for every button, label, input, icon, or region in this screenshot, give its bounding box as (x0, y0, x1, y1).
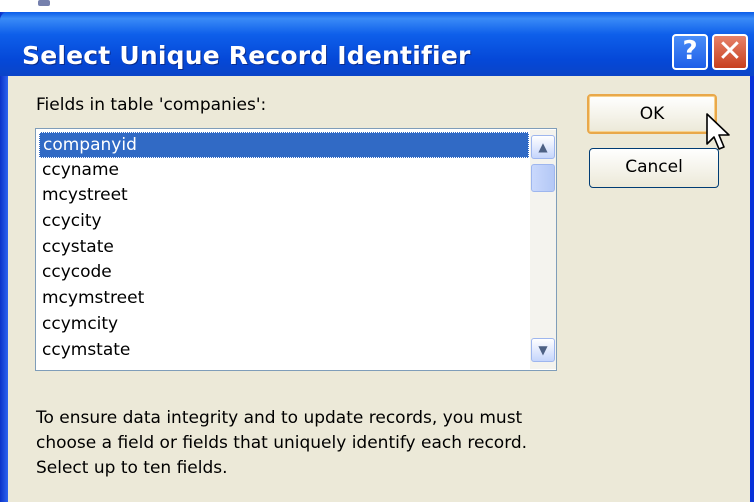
chevron-up-icon[interactable]: ▲ (531, 135, 555, 159)
fields-list: companyid ccyname mcystreet ccycity ccystate… (39, 132, 529, 363)
field-item[interactable]: mcymstreet (39, 286, 529, 312)
mouse-pointer-icon (706, 113, 730, 150)
field-item[interactable]: ccycode (39, 260, 529, 286)
field-item[interactable]: ccymcity (39, 312, 529, 338)
field-item[interactable]: mcystreet (39, 183, 529, 209)
title-bar[interactable]: Select Unique Record Identifier ? ✕ (0, 12, 754, 76)
cancel-button[interactable]: Cancel (589, 148, 719, 188)
field-item[interactable]: ccycity (39, 209, 529, 235)
fields-listbox[interactable]: companyid ccyname mcystreet ccycity ccystate… (35, 128, 557, 371)
desktop-fragment (38, 0, 50, 6)
close-button[interactable]: ✕ (712, 34, 748, 70)
vertical-scrollbar[interactable]: ▲ ▼ (530, 130, 556, 369)
fields-label: Fields in table 'companies': (36, 95, 267, 115)
field-item[interactable]: ccymstate (39, 338, 529, 364)
info-text: To ensure data integrity and to update r… (36, 408, 528, 478)
dialog-title: Select Unique Record Identifier (22, 41, 471, 70)
field-item[interactable]: companyid (39, 132, 529, 158)
field-item[interactable]: ccystate (39, 235, 529, 261)
ok-button[interactable]: OK (587, 94, 717, 134)
scroll-thumb[interactable] (531, 164, 555, 192)
help-button[interactable]: ? (672, 34, 708, 70)
field-item[interactable]: ccyname (39, 158, 529, 184)
window-left-border (0, 12, 8, 502)
chevron-down-icon[interactable]: ▼ (531, 338, 555, 362)
